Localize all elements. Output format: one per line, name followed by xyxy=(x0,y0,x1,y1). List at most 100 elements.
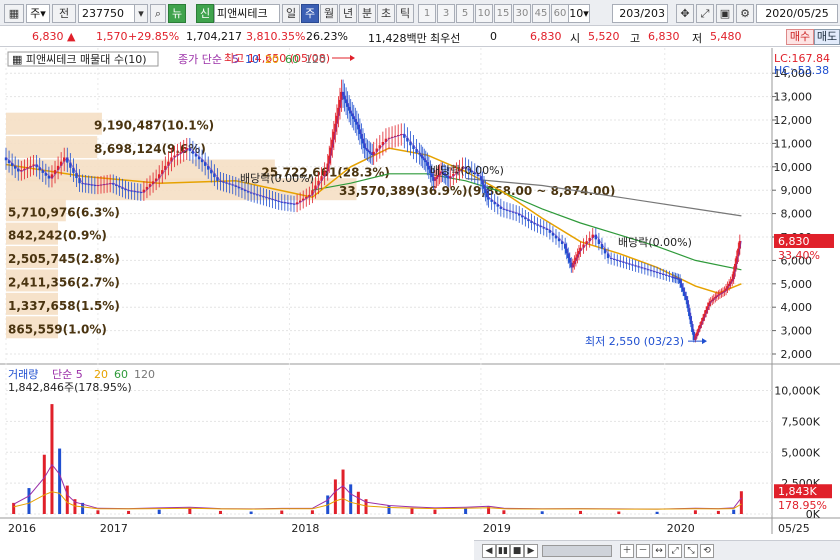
volume-bar xyxy=(356,491,360,514)
crosshair-icon[interactable]: ✥ xyxy=(676,4,694,23)
stock-name: 피앤씨테크 xyxy=(214,4,280,23)
open-label: 시 xyxy=(570,32,581,45)
price-change: 1,570 xyxy=(96,30,128,43)
volume-profile-label: 842,242(0.9%) xyxy=(8,229,107,243)
volume-profile-label: 2,411,356(2.7%) xyxy=(8,275,120,289)
tab-1[interactable]: 주 xyxy=(301,4,319,23)
zoom-in-icon[interactable]: ＋ xyxy=(620,544,634,558)
volume-bar xyxy=(65,485,69,514)
interval-45[interactable]: 45 xyxy=(532,4,550,23)
interval-value: 10 xyxy=(569,7,584,20)
zoom-out-icon[interactable]: － xyxy=(636,544,650,558)
resize-icon[interactable]: ⤢ xyxy=(696,4,714,23)
code-dropdown-icon[interactable]: ▾ xyxy=(134,4,148,23)
save-icon[interactable]: ▣ xyxy=(716,4,734,23)
volume-bar xyxy=(617,511,621,514)
interval-1[interactable]: 1 xyxy=(418,4,436,23)
search-icon[interactable]: ⌕ xyxy=(150,4,166,23)
grid-icon[interactable]: ▦ xyxy=(4,4,24,23)
price-legend-item: 5 xyxy=(232,53,239,66)
volume-bar xyxy=(127,510,131,514)
volume-tick-label: 5,000K xyxy=(781,446,820,459)
interval-10[interactable]: 10 xyxy=(475,4,493,23)
period-label: 주 xyxy=(30,7,41,20)
dividend-label: 배당락(0.00%) xyxy=(430,164,504,177)
xtick-label: 2019 xyxy=(483,522,511,535)
volume-bar xyxy=(310,510,314,514)
price-legend-item: 20 xyxy=(265,53,279,66)
price-legend-item: 종가 단순 xyxy=(178,53,222,66)
hc-label: HC:-53.38 xyxy=(774,64,829,77)
pref-label: 최우선 xyxy=(430,32,461,45)
xtick-label: 2017 xyxy=(100,522,128,535)
expand-icon[interactable]: ⤢ xyxy=(668,544,682,558)
scroll-thumb[interactable] xyxy=(542,545,612,557)
last-price-label: 6,830 xyxy=(778,235,810,248)
scroll-right-icon[interactable]: ▶ xyxy=(524,544,538,558)
tab-5[interactable]: 초 xyxy=(377,4,395,23)
tab-4[interactable]: 분 xyxy=(358,4,376,23)
chart-scrollbar[interactable]: ◀ ▮▮ ■ ▶ ＋ － ↔ ⤢ ⤡ ⟲ xyxy=(474,540,840,560)
count-total: /203 xyxy=(640,7,665,20)
volume-profile-bar xyxy=(6,112,102,135)
volume-bar xyxy=(716,510,720,514)
volume-bar xyxy=(42,454,46,514)
volume-bar xyxy=(50,404,54,514)
volume-tick-label: 7,500K xyxy=(781,415,820,428)
tab-6[interactable]: 틱 xyxy=(396,4,414,23)
chart-title: ▦ 피앤씨테크 매물대 수(10) xyxy=(12,53,147,66)
ytick-label: 8,000 xyxy=(781,208,813,221)
volume-legend-item: 단순 5 xyxy=(52,368,83,381)
code-value: 237750 xyxy=(82,7,124,20)
volume-bar xyxy=(732,509,736,514)
gear-icon[interactable]: ⚙ xyxy=(736,4,754,23)
volume-bar xyxy=(341,469,345,514)
period-select[interactable]: 주▾ xyxy=(26,4,50,23)
sell-button[interactable]: 매도 xyxy=(814,29,840,45)
tab-2[interactable]: 월 xyxy=(320,4,338,23)
open-price: 5,520 xyxy=(588,30,620,43)
interval-60[interactable]: 60 xyxy=(551,4,569,23)
volume-bar xyxy=(464,508,468,514)
compress-icon[interactable]: ⤡ xyxy=(684,544,698,558)
date-field[interactable]: 2020/05/25 xyxy=(756,4,838,23)
ytick-label: 3,000 xyxy=(781,325,813,338)
volume-profile-label: 5,710,976(6.3%) xyxy=(8,205,120,219)
interval-select[interactable]: 10▾ xyxy=(568,4,590,23)
volume-bar xyxy=(249,511,253,514)
volume-profile-label: 2,505,745(2.8%) xyxy=(8,252,120,266)
stop-icon[interactable]: ■ xyxy=(510,544,524,558)
volume-bar xyxy=(333,479,337,514)
volume-bar xyxy=(502,510,506,514)
volume-bar xyxy=(96,510,100,514)
volume-profile-label: 33,570,389(36.9%)(9,868.00 ~ 8,874.00) xyxy=(339,184,615,198)
last-price: 6,830 xyxy=(530,30,562,43)
buy-button[interactable]: 매수 xyxy=(786,29,814,45)
interval-5[interactable]: 5 xyxy=(456,4,474,23)
prev-button[interactable]: 전 xyxy=(52,4,76,23)
tab-0[interactable]: 일 xyxy=(282,4,300,23)
interval-30[interactable]: 30 xyxy=(513,4,531,23)
pause-icon[interactable]: ▮▮ xyxy=(496,544,510,558)
news-button[interactable]: 뉴 xyxy=(168,4,186,23)
volume-legend-item: 120 xyxy=(134,368,155,381)
volume: 1,704,217 xyxy=(186,30,242,43)
volume-bar xyxy=(188,508,192,514)
price-legend-item: 120 xyxy=(305,53,326,66)
x-last-label: 05/25 xyxy=(778,522,810,535)
scroll-left-icon[interactable]: ◀ xyxy=(482,544,496,558)
volume-summary: 1,842,846주(178.95%) xyxy=(8,381,132,394)
stock-chart[interactable]: 14,00013,00012,00011,00010,0009,0008,000… xyxy=(0,48,840,540)
volume-bar xyxy=(157,509,161,514)
price-legend-item: 60 xyxy=(285,53,299,66)
volume-bar xyxy=(433,509,437,514)
ytick-label: 2,000 xyxy=(781,348,813,361)
dividend-label: 배당락(0.00%) xyxy=(240,172,314,185)
interval-3[interactable]: 3 xyxy=(437,4,455,23)
reset-icon[interactable]: ⟲ xyxy=(700,544,714,558)
interval-15[interactable]: 15 xyxy=(494,4,512,23)
fit-icon[interactable]: ↔ xyxy=(652,544,666,558)
toolbar: ▦ 주▾ 전 237750 ▾ ⌕ 뉴 신 피앤씨테크 10▾ 203/203 … xyxy=(0,0,840,26)
tab-3[interactable]: 년 xyxy=(339,4,357,23)
count-display[interactable]: 203/203 xyxy=(612,4,668,23)
